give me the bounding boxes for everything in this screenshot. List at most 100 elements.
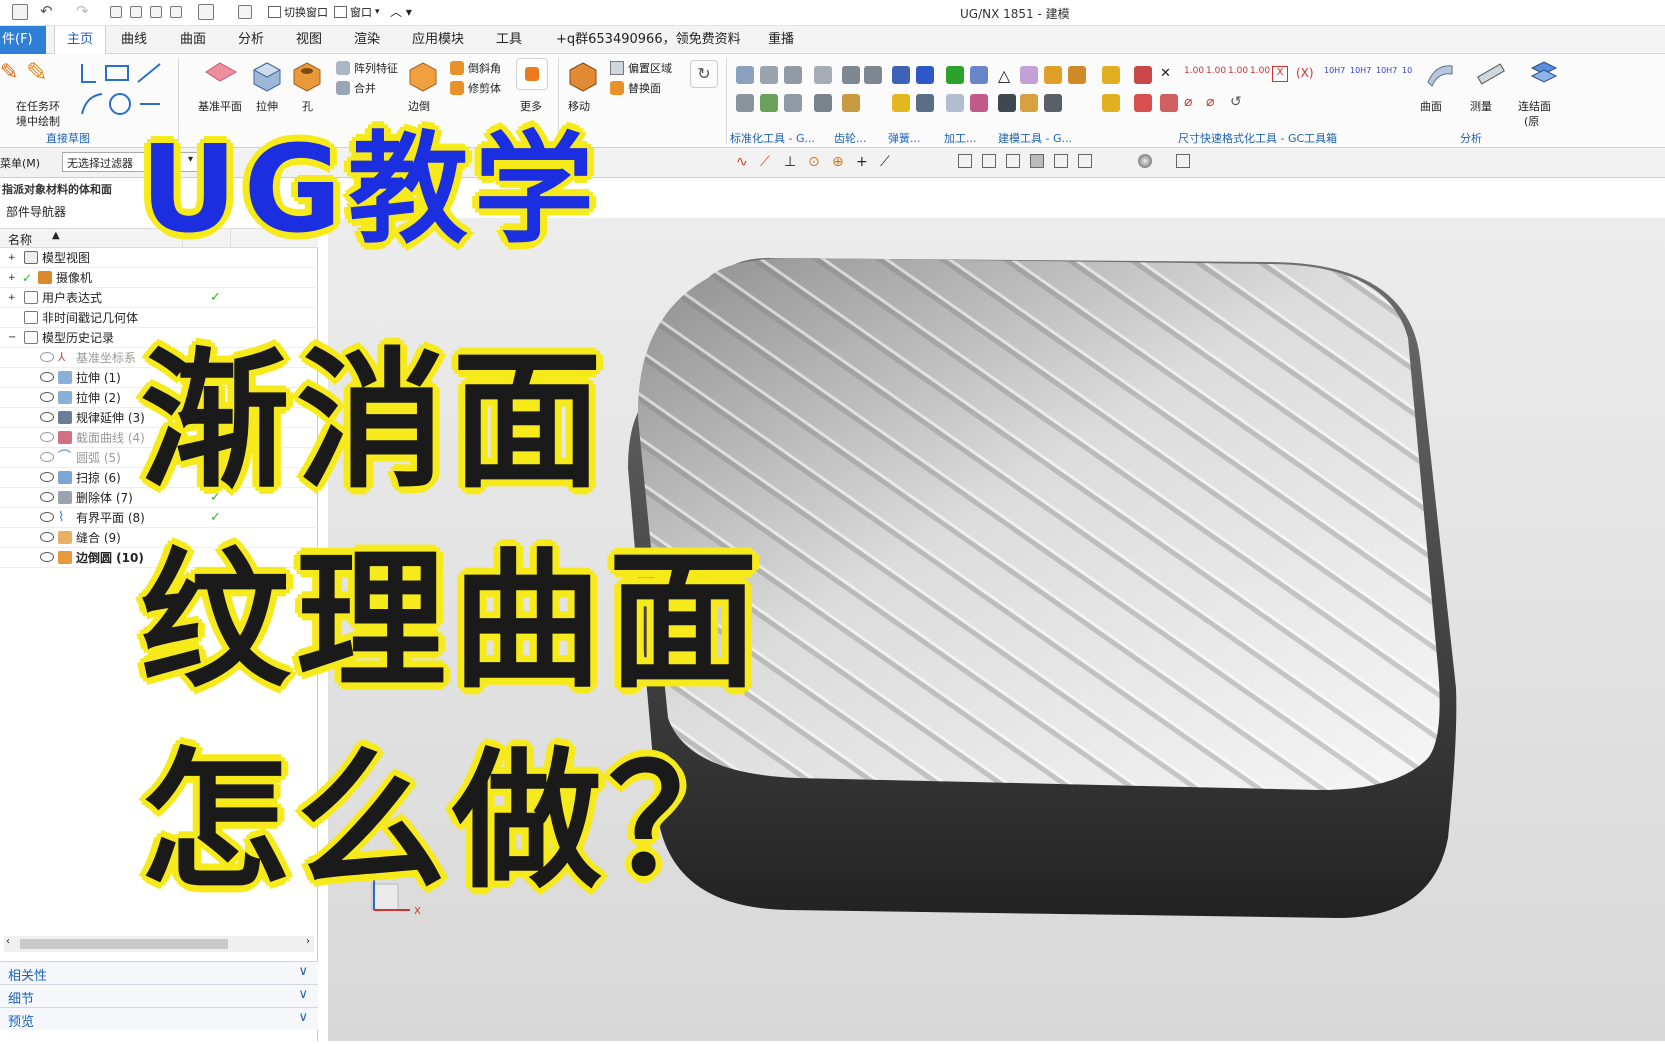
snap-intersect-icon[interactable]: +	[856, 154, 868, 170]
view-icon-8[interactable]	[1176, 154, 1190, 168]
eye-icon[interactable]	[40, 412, 54, 422]
sketch-pencil-icon[interactable]: ✎	[0, 60, 18, 85]
eye-icon[interactable]	[40, 552, 54, 562]
stitch-face-icon[interactable]	[1528, 58, 1558, 91]
chamfer-button[interactable]: 倒斜角	[450, 60, 501, 76]
horizontal-scrollbar[interactable]: ‹ ›	[4, 936, 314, 952]
tab-file[interactable]: 件(F)	[0, 26, 46, 54]
snap-center-icon[interactable]: ⊙	[808, 154, 820, 170]
expand-icon[interactable]: +	[8, 248, 16, 268]
menu-button[interactable]: 菜单(M)	[0, 155, 40, 171]
tab-qq-group[interactable]: +q群653490966，领免费资料	[550, 26, 747, 54]
tab-surface[interactable]: 曲面	[174, 26, 212, 54]
snap-perp-icon[interactable]: ⊥	[784, 154, 796, 170]
std-tool-icon-3[interactable]	[784, 66, 802, 84]
eye-icon[interactable]	[40, 472, 54, 482]
pattern-feature-button[interactable]: 阵列特征	[336, 60, 398, 76]
dim-paren-x-icon[interactable]: (X)	[1296, 66, 1314, 80]
diameter-icon-2[interactable]: ⌀	[1206, 94, 1214, 110]
measure-icon[interactable]	[1476, 60, 1506, 91]
machining-tool-icon-2[interactable]	[970, 66, 988, 84]
expand-icon[interactable]: +	[8, 288, 16, 308]
snap-curve-icon[interactable]: ∿	[736, 154, 748, 170]
dim-tol-icon-1[interactable]: 1.00	[1184, 66, 1204, 76]
snap-quadrant-icon[interactable]: ⊕	[832, 154, 844, 170]
view-icon-2[interactable]	[982, 154, 996, 168]
eye-icon[interactable]	[40, 532, 54, 542]
touch-mode-icon[interactable]	[238, 5, 252, 19]
dim-tool-icon-5[interactable]	[1134, 94, 1152, 112]
machining-tool-icon-3[interactable]	[946, 94, 964, 112]
std-tool-icon-2[interactable]	[760, 66, 778, 84]
switch-window-button[interactable]: 切换窗口	[268, 4, 328, 20]
eye-hidden-icon[interactable]	[40, 352, 54, 362]
spring-tool-icon-3[interactable]	[892, 94, 910, 112]
panel-dependencies[interactable]: 相关性 ∨	[0, 961, 318, 984]
collapse-icon[interactable]: ︿ ▾	[390, 3, 412, 20]
tab-replay[interactable]: 重播	[762, 26, 800, 54]
undo-icon[interactable]: ↶	[40, 2, 53, 20]
tab-render[interactable]: 渲染	[348, 26, 386, 54]
snap-on-curve-icon[interactable]: ⟋	[880, 154, 890, 170]
column-name[interactable]: 名称	[8, 231, 32, 248]
modeling-tool-icon-2[interactable]	[1044, 66, 1062, 84]
scroll-right-icon[interactable]: ›	[306, 936, 310, 947]
modeling-tool-icon-8[interactable]	[1102, 94, 1120, 112]
scroll-left-icon[interactable]: ‹	[6, 936, 10, 947]
dim-fit-icon-4[interactable]: 10	[1402, 66, 1412, 75]
rotate-icon[interactable]: ↺	[1230, 94, 1242, 110]
modeling-tool-icon-6[interactable]	[1020, 94, 1038, 112]
eye-icon[interactable]	[40, 512, 54, 522]
material-sphere-icon[interactable]	[1138, 154, 1152, 168]
std-tool-icon-7[interactable]	[784, 94, 802, 112]
std-tool-icon-8[interactable]	[814, 94, 832, 112]
scroll-thumb[interactable]	[20, 939, 228, 949]
redo-icon[interactable]: ↷	[76, 2, 89, 20]
datum-plane-icon[interactable]	[204, 62, 238, 85]
modeling-tool-icon-1[interactable]	[1020, 66, 1038, 84]
std-tool-icon-5[interactable]	[736, 94, 754, 112]
modeling-tool-icon-3[interactable]	[1068, 66, 1086, 84]
diameter-icon[interactable]: ⌀	[1184, 94, 1192, 110]
view-icon-1[interactable]	[958, 154, 972, 168]
dim-fit-icon-1[interactable]: 10H7	[1324, 66, 1345, 75]
paste-special-icon[interactable]	[170, 6, 182, 18]
dim-box-x-icon[interactable]: X	[1272, 66, 1288, 82]
save-icon[interactable]	[12, 4, 28, 20]
panel-details[interactable]: 细节 ∨	[0, 984, 318, 1007]
edge-blend-icon[interactable]	[406, 58, 440, 95]
triangle-icon[interactable]: △	[998, 66, 1010, 85]
tree-item-cameras[interactable]: + ✓ 摄像机	[0, 268, 318, 288]
modeling-tool-icon-7[interactable]	[1044, 94, 1062, 112]
surface-icon[interactable]	[1426, 60, 1454, 88]
gear-tool-icon[interactable]	[842, 66, 860, 84]
collapse-icon[interactable]: −	[8, 328, 16, 348]
refresh-icon[interactable]: ↻	[690, 60, 718, 88]
shaded-view-icon[interactable]	[1030, 154, 1044, 168]
dim-tol-icon-4[interactable]: 1.00	[1250, 66, 1270, 76]
dim-cross-icon[interactable]: ✕	[1160, 66, 1171, 81]
display-icon[interactable]	[198, 4, 214, 20]
eye-icon[interactable]	[40, 492, 54, 502]
move-face-icon[interactable]	[566, 58, 600, 95]
dim-tool-icon-6[interactable]	[1160, 94, 1178, 112]
tab-home[interactable]: 主页	[54, 26, 106, 54]
tab-curve[interactable]: 曲线	[115, 26, 153, 54]
std-tool-icon-4[interactable]	[814, 66, 832, 84]
extrude-icon[interactable]	[250, 58, 284, 95]
view-icon-6[interactable]	[1078, 154, 1092, 168]
modeling-tool-icon-4[interactable]	[1102, 66, 1120, 84]
gear-tool-icon-2[interactable]	[864, 66, 882, 84]
machining-tool-icon[interactable]	[946, 66, 964, 84]
tab-view[interactable]: 视图	[290, 26, 328, 54]
dim-tool-icon-1[interactable]	[1134, 66, 1152, 84]
dim-tol-icon-3[interactable]: 1.00	[1228, 66, 1248, 76]
cut-icon[interactable]	[110, 6, 122, 18]
window-menu-button[interactable]: 窗口 ▾	[334, 4, 380, 20]
offset-region-button[interactable]: 偏置区域	[610, 60, 672, 76]
eye-hidden-icon[interactable]	[40, 452, 54, 462]
std-tool-icon-1[interactable]	[736, 66, 754, 84]
sketch-in-task-icon[interactable]: ✎	[26, 58, 48, 88]
hole-icon[interactable]	[290, 58, 324, 95]
more-icon[interactable]	[516, 58, 548, 90]
